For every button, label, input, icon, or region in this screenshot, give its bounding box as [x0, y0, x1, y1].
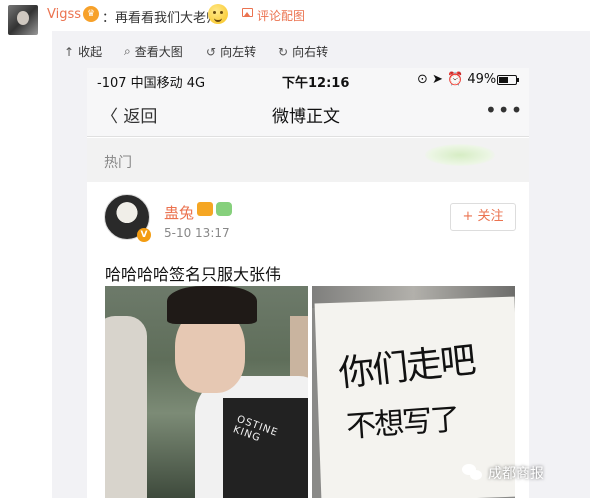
- nav-title: 微博正文: [272, 107, 340, 127]
- commenter-avatar[interactable]: [8, 5, 38, 35]
- comment-text: ：再看看我们大老师: [102, 11, 220, 26]
- watermark-text: 成都商报: [488, 466, 544, 482]
- collapse-button[interactable]: ↑ 收起: [64, 43, 102, 60]
- comment-pic-link[interactable]: 评论配图: [257, 7, 305, 24]
- more-icon: •••: [485, 98, 524, 122]
- back-button: 〈 返回: [101, 107, 158, 127]
- rotate-right-button[interactable]: ↻ 向右转: [278, 43, 328, 60]
- wechat-icon: [462, 464, 484, 482]
- view-large-button[interactable]: ⌕ 查看大图: [124, 43, 183, 60]
- watermark: 成都商报: [462, 463, 544, 483]
- follow-button: + 关注: [450, 203, 516, 231]
- post-photo-person: OSTINE KING: [105, 286, 308, 498]
- author-name: 蛊兔: [164, 204, 195, 222]
- commenter-username[interactable]: Vigss: [47, 7, 81, 22]
- search-icon: ⌕: [124, 44, 131, 58]
- hair: [167, 286, 257, 324]
- collapse-label: 收起: [78, 45, 103, 59]
- phone-nav-bar: 〈 返回 微博正文 •••: [87, 92, 529, 137]
- battery-icon: [497, 75, 519, 85]
- image-icon[interactable]: [242, 8, 253, 17]
- arrow-up-icon: ↑: [64, 44, 75, 59]
- rotate-left-button[interactable]: ↺ 向左转: [206, 43, 256, 60]
- decoration-graphic: [425, 144, 495, 166]
- hot-label: 热门: [104, 155, 132, 171]
- rotate-right-icon: ↻: [278, 44, 289, 59]
- crown-badge-icon: [197, 202, 213, 216]
- hot-section-header: 热门: [87, 138, 529, 182]
- post-text: 哈哈哈哈签名只服大张伟: [105, 265, 282, 284]
- handwriting-line-2: 不想写了: [345, 402, 460, 445]
- post-time: 5-10 13:17: [164, 226, 230, 240]
- weibo-post: V 蛊兔 5-10 13:17 + 关注 哈哈哈哈签名只服大张伟 OSTINE …: [87, 182, 529, 498]
- vip-icon: ♛: [83, 6, 99, 22]
- phone-status-bar: -107 中国移动 4G 下午12:16 ⊙ ➤ ⏰ 49%: [87, 68, 529, 92]
- phone-screenshot[interactable]: -107 中国移动 4G 下午12:16 ⊙ ➤ ⏰ 49% 〈 返回 微博正文…: [87, 68, 529, 498]
- rotate-left-label: 向左转: [220, 45, 257, 59]
- verified-badge-icon: V: [137, 228, 151, 242]
- image-toolbar: ↑ 收起 ⌕ 查看大图 ↺ 向左转 ↻ 向右转: [52, 31, 590, 69]
- status-time: 下午12:16: [282, 76, 350, 91]
- frog-badge-icon: [216, 202, 232, 216]
- background-person: [105, 316, 147, 498]
- rotate-left-icon: ↺: [206, 44, 217, 59]
- rotate-right-label: 向右转: [292, 45, 329, 59]
- weibo-comment-view: Vigss ♛ ：再看看我们大老师 评论配图 ↑ 收起 ⌕ 查看大图 ↺ 向左转…: [0, 0, 590, 498]
- smile-emoji-icon: [208, 4, 228, 24]
- view-large-label: 查看大图: [134, 45, 183, 59]
- carrier-text: -107 中国移动 4G: [97, 76, 206, 91]
- status-right: ⊙ ➤ ⏰ 49%: [417, 72, 497, 87]
